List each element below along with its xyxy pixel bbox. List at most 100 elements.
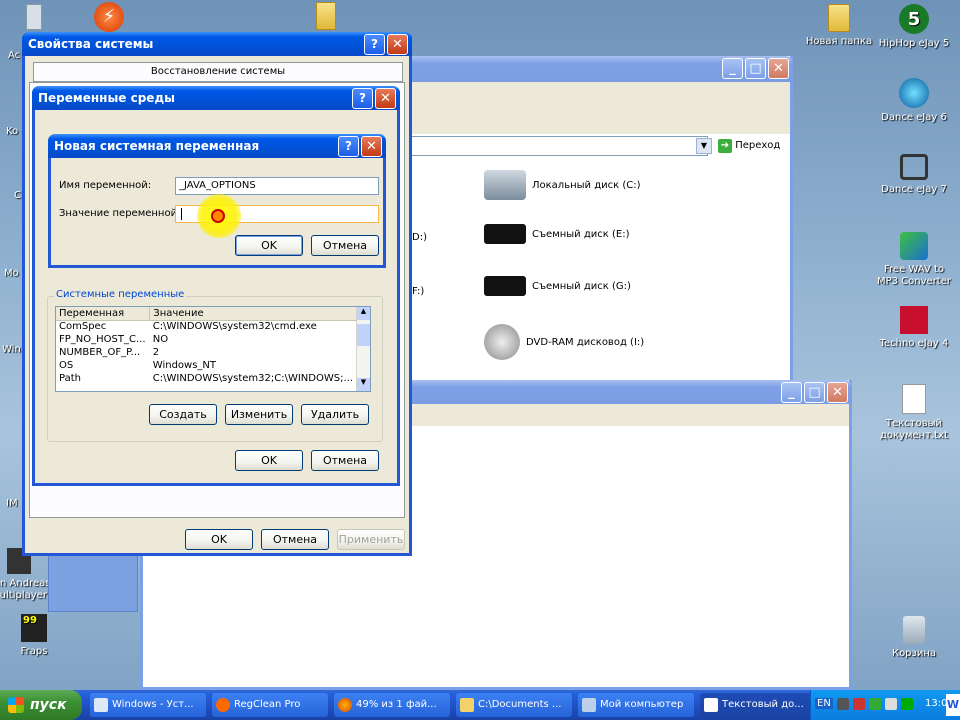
close-icon[interactable]: ✕: [387, 34, 408, 55]
cancel-button[interactable]: Отмена: [261, 529, 329, 550]
desktop-icon-hiphop-ejay[interactable]: 5 HipHop eJay 5: [872, 4, 956, 50]
desktop-icon-dance-ejay6[interactable]: Dance eJay 6: [872, 78, 956, 124]
tray-icon[interactable]: [901, 698, 913, 710]
ok-button[interactable]: OK: [235, 450, 303, 471]
ok-button[interactable]: OK: [235, 235, 303, 256]
variables-list[interactable]: Переменная Значение ComSpec C:\WINDOWS\sy…: [55, 306, 371, 392]
taskbar-item[interactable]: Мой компьютер: [578, 693, 694, 717]
regclean-desktop-icon[interactable]: ⚡: [94, 2, 124, 32]
close-icon[interactable]: ✕: [361, 136, 382, 157]
table-row[interactable]: NUMBER_OF_P... 2: [56, 346, 356, 359]
create-button[interactable]: Создать: [149, 404, 217, 425]
maximize-icon[interactable]: □: [745, 58, 766, 79]
close-icon[interactable]: ✕: [827, 382, 848, 403]
usb-drive-icon: [484, 224, 526, 244]
dance-ejay6-icon: [899, 78, 929, 108]
firefox-icon: [338, 698, 352, 712]
taskbar-item[interactable]: C:\Documents ...: [456, 693, 572, 717]
start-button[interactable]: пуск: [0, 690, 82, 720]
ok-button[interactable]: OK: [185, 529, 253, 550]
help-icon[interactable]: ?: [338, 136, 359, 157]
left-edge-label: IM: [6, 498, 18, 509]
address-dropdown-button[interactable]: ▼: [696, 138, 712, 154]
drive-g[interactable]: Съемный диск (G:): [484, 276, 631, 296]
recycle-bin-icon: [903, 616, 925, 644]
dance-ejay7-icon: [900, 154, 928, 180]
new-system-variable-dialog: Новая системная переменная ? ✕ Имя перем…: [48, 134, 386, 268]
desktop-icon-partial[interactable]: [26, 4, 42, 30]
tray-icon[interactable]: [885, 698, 897, 710]
scroll-down-icon[interactable]: ▼: [357, 378, 370, 391]
minimize-icon[interactable]: _: [722, 58, 743, 79]
table-row[interactable]: ComSpec C:\WINDOWS\system32\cmd.exe: [56, 320, 356, 333]
desktop-icon-recycle-bin[interactable]: Корзина: [872, 616, 956, 660]
windows-logo-icon: [8, 697, 24, 713]
scroll-thumb[interactable]: [357, 324, 370, 346]
close-icon[interactable]: ✕: [375, 88, 396, 109]
desktop-icon-fraps[interactable]: 99 Fraps: [0, 614, 74, 658]
text-cursor: [181, 208, 182, 220]
hard-drive-icon: [484, 170, 526, 200]
address-bar[interactable]: [408, 136, 708, 156]
my-computer-icon: [582, 698, 596, 712]
list-scrollbar[interactable]: ▲ ▼: [356, 307, 370, 391]
cancel-button[interactable]: Отмена: [311, 450, 379, 471]
table-row[interactable]: FP_NO_HOST_C... NO: [56, 333, 356, 346]
desktop-icon-wav-mp3[interactable]: Free WAV to MP3 Converter: [872, 232, 956, 288]
left-edge-label: Ac: [8, 50, 21, 61]
desktop-icon-text-document[interactable]: Текстовый документ.txt: [872, 384, 956, 442]
language-indicator[interactable]: EN: [815, 698, 833, 709]
explorer-toolbar: [408, 82, 790, 134]
tray-icon[interactable]: [853, 698, 865, 710]
desktop-icon-techno-ejay[interactable]: Techno eJay 4: [872, 306, 956, 350]
variable-name-input[interactable]: _JAVA_OPTIONS: [175, 177, 379, 195]
column-header-value[interactable]: Значение: [150, 307, 356, 320]
window-icon: [94, 698, 108, 712]
apply-button[interactable]: Применить: [337, 529, 405, 550]
tray-icon[interactable]: [837, 698, 849, 710]
close-icon[interactable]: ✕: [768, 58, 789, 79]
variable-value-label: Значение переменной:: [59, 208, 181, 219]
left-edge-label: C: [14, 190, 21, 201]
tab-system-restore[interactable]: Восстановление системы: [33, 62, 403, 82]
cancel-button[interactable]: Отмена: [311, 235, 379, 256]
table-row[interactable]: OS Windows_NT: [56, 359, 356, 372]
drive-e[interactable]: Съемный диск (E:): [484, 224, 629, 244]
text-document-icon: [902, 384, 926, 414]
tray-icon[interactable]: [869, 698, 881, 710]
table-row[interactable]: Path C:\WINDOWS\system32;C:\WINDOWS;...: [56, 372, 356, 385]
dvd-drive-icon: [484, 324, 520, 360]
taskbar-item[interactable]: Текстовый до...: [700, 693, 812, 717]
go-arrow-icon: ➔: [718, 139, 732, 153]
taskbar-item[interactable]: RegClean Pro: [212, 693, 328, 717]
system-tray: EN 13:05: [810, 690, 960, 720]
help-icon[interactable]: ?: [364, 34, 385, 55]
usb-drive-icon: [484, 276, 526, 296]
regclean-icon: [216, 698, 230, 712]
edit-button[interactable]: Изменить: [225, 404, 293, 425]
taskbar-item[interactable]: Windows - Уст...: [90, 693, 206, 717]
left-edge-label: Ko: [6, 126, 19, 137]
fraps-icon: 99: [21, 614, 47, 642]
drive-i[interactable]: DVD-RAM дисковод (I:): [484, 324, 644, 360]
minimize-icon[interactable]: _: [781, 382, 802, 403]
scroll-up-icon[interactable]: ▲: [357, 307, 370, 320]
folder-icon[interactable]: [316, 2, 336, 30]
desktop-icon-san-andreas[interactable]: San Andreas Multiplayer: [0, 548, 54, 602]
help-icon[interactable]: ?: [352, 88, 373, 109]
maximize-icon[interactable]: □: [804, 382, 825, 403]
taskbar-item[interactable]: 49% из 1 фай...: [334, 693, 450, 717]
variable-name-label: Имя переменной:: [59, 180, 152, 191]
new-variable-titlebar: Новая системная переменная ? ✕: [48, 134, 386, 158]
drive-c[interactable]: Локальный диск (C:): [484, 170, 641, 200]
delete-button[interactable]: Удалить: [301, 404, 369, 425]
partial-window-edge: W: [946, 694, 960, 716]
desktop-icon-dance-ejay7[interactable]: Dance eJay 7: [872, 154, 956, 196]
partial-drive-label: D:): [412, 232, 427, 243]
taskbar: пуск Windows - Уст... RegClean Pro 49% и…: [0, 690, 960, 720]
partial-drive-label: F:): [412, 286, 425, 297]
desktop-icon-new-folder[interactable]: Новая папка: [797, 4, 881, 48]
column-header-variable[interactable]: Переменная: [56, 307, 151, 320]
folder-icon: [460, 698, 474, 712]
go-button[interactable]: ➔ Переход: [718, 138, 788, 156]
